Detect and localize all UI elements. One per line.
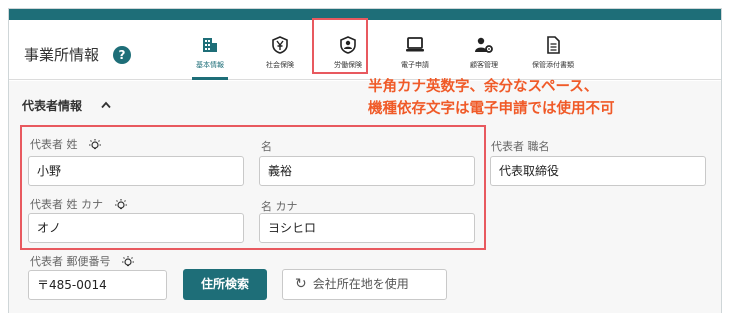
tab-highlight-box bbox=[312, 18, 368, 74]
tab-label: 保管添付書類 bbox=[532, 61, 574, 69]
postal-code-field[interactable]: 〒485-0014 bbox=[28, 270, 167, 300]
last-name-field[interactable]: 小野 bbox=[28, 156, 244, 186]
tab-stored-attachments[interactable]: 保管添付書類 bbox=[520, 28, 586, 80]
use-company-address-button[interactable]: ↻ 会社所在地を使用 bbox=[282, 269, 447, 300]
building-icon bbox=[203, 38, 217, 52]
shield-yen-icon bbox=[272, 36, 288, 54]
postal-label-text: 代表者 郵便番号 bbox=[30, 255, 111, 268]
use-company-address-label: 会社所在地を使用 bbox=[312, 277, 409, 291]
last-kana-label-text: 代表者 姓 カナ bbox=[30, 198, 103, 211]
tab-label: 電子申請 bbox=[401, 61, 429, 69]
address-search-button[interactable]: 住所検索 bbox=[183, 269, 267, 300]
last-name-label-text: 代表者 姓 bbox=[30, 138, 78, 151]
first-kana-label: 名 カナ bbox=[261, 200, 298, 213]
first-kana-field[interactable]: ヨシヒロ bbox=[259, 213, 475, 243]
section-title[interactable]: 代表者情報 bbox=[22, 97, 82, 114]
laptop-icon bbox=[406, 37, 424, 52]
warning-callout: 半角カナ英数字、余分なスペース、 機種依存文字は電子申請では使用不可 bbox=[368, 76, 615, 120]
postal-label: 代表者 郵便番号 bbox=[30, 253, 136, 269]
user-gear-icon bbox=[475, 37, 493, 53]
last-kana-label: 代表者 姓 カナ bbox=[30, 196, 129, 212]
last-name-label: 代表者 姓 bbox=[30, 136, 103, 152]
lightbulb-icon[interactable] bbox=[120, 255, 136, 269]
callout-line-2: 機種依存文字は電子申請では使用不可 bbox=[368, 101, 615, 117]
tab-label: 社会保険 bbox=[266, 61, 294, 69]
first-name-label: 名 bbox=[261, 140, 272, 153]
tab-social-insurance[interactable]: 社会保険 bbox=[247, 28, 313, 80]
tab-label: 基本情報 bbox=[196, 61, 224, 69]
position-label: 代表者 職名 bbox=[491, 140, 550, 153]
position-field[interactable]: 代表取締役 bbox=[490, 156, 706, 186]
lightbulb-icon[interactable] bbox=[87, 138, 103, 152]
help-icon[interactable]: ? bbox=[113, 46, 131, 64]
tab-label: 顧客管理 bbox=[470, 61, 498, 69]
last-kana-field[interactable]: オノ bbox=[28, 213, 244, 243]
page-title: 事業所情報 bbox=[24, 46, 100, 64]
refresh-icon: ↻ bbox=[295, 276, 307, 292]
lightbulb-icon[interactable] bbox=[113, 198, 129, 212]
tab-basic-info[interactable]: 基本情報 bbox=[177, 28, 243, 80]
first-name-field[interactable]: 義裕 bbox=[259, 156, 475, 186]
callout-line-1: 半角カナ英数字、余分なスペース、 bbox=[368, 79, 599, 95]
tab-customer-management[interactable]: 顧客管理 bbox=[451, 28, 517, 80]
tab-e-application[interactable]: 電子申請 bbox=[382, 28, 448, 80]
chevron-up-icon[interactable] bbox=[101, 99, 111, 112]
document-icon bbox=[547, 36, 560, 54]
